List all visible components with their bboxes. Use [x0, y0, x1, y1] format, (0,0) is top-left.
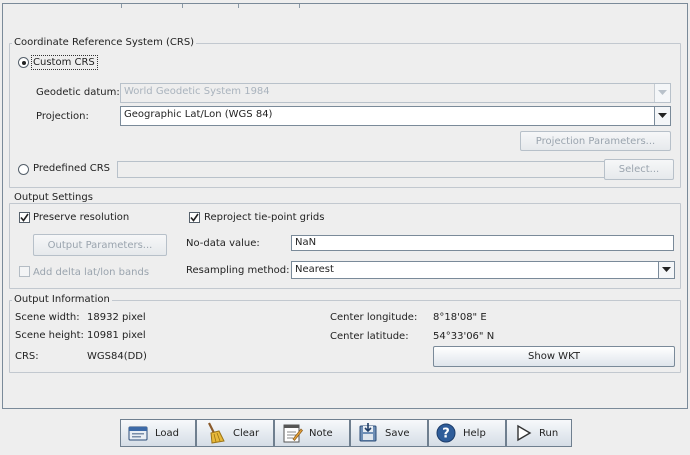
- note-button[interactable]: Note: [274, 419, 350, 447]
- help-icon: ?: [436, 423, 456, 443]
- note-label: Note: [309, 427, 333, 439]
- help-label: Help: [463, 427, 486, 439]
- clear-button[interactable]: Clear: [196, 419, 274, 447]
- check-icon: [190, 213, 199, 222]
- check-icon: [20, 213, 29, 222]
- broom-icon: [208, 422, 225, 444]
- projection-label: Projection:: [36, 111, 89, 122]
- run-label: Run: [539, 427, 559, 439]
- geodetic-datum-combo[interactable]: World Geodetic System 1984: [120, 83, 671, 103]
- scene-height-value: 10981 pixel: [87, 330, 146, 341]
- predefined-crs-label[interactable]: Predefined CRS: [33, 163, 110, 174]
- scene-width-value: 18932 pixel: [87, 312, 146, 323]
- reproject-tiepoints-checkbox[interactable]: [189, 212, 200, 223]
- geodetic-datum-value: World Geodetic System 1984: [124, 86, 270, 97]
- output-settings-legend: Output Settings: [12, 192, 95, 203]
- center-longitude-label: Center longitude:: [330, 312, 418, 323]
- scene-height-label: Scene height:: [15, 330, 84, 341]
- preserve-resolution-checkbox[interactable]: [19, 212, 30, 223]
- play-icon: [517, 424, 532, 442]
- load-button[interactable]: Load: [120, 419, 196, 447]
- projection-value: Geographic Lat/Lon (WGS 84): [124, 109, 273, 120]
- custom-crs-radio[interactable]: [18, 57, 29, 68]
- crs-info-label: CRS:: [15, 351, 39, 362]
- chevron-down-icon[interactable]: [654, 107, 670, 125]
- center-latitude-value: 54°33'06" N: [433, 331, 495, 342]
- load-label: Load: [155, 427, 179, 439]
- select-crs-button[interactable]: Select...: [604, 159, 674, 180]
- center-longitude-value: 8°18'08" E: [433, 312, 487, 323]
- show-wkt-button[interactable]: Show WKT: [433, 346, 675, 367]
- save-button[interactable]: Save: [350, 419, 428, 447]
- save-label: Save: [385, 427, 410, 439]
- output-information-legend: Output Information: [12, 294, 112, 305]
- preserve-resolution-label[interactable]: Preserve resolution: [33, 212, 129, 223]
- predefined-crs-field[interactable]: [117, 161, 605, 178]
- custom-crs-label[interactable]: Custom CRS: [33, 57, 95, 68]
- projection-combo[interactable]: Geographic Lat/Lon (WGS 84): [120, 106, 671, 126]
- note-icon: [283, 424, 303, 443]
- resampling-value: Nearest: [295, 264, 334, 275]
- reproject-tiepoints-label[interactable]: Reproject tie-point grids: [204, 212, 324, 223]
- geodetic-datum-label: Geodetic datum:: [36, 87, 120, 98]
- output-parameters-button[interactable]: Output Parameters...: [33, 234, 167, 256]
- resampling-label: Resampling method:: [186, 265, 290, 276]
- svg-text:?: ?: [442, 427, 450, 442]
- projection-parameters-button[interactable]: Projection Parameters...: [520, 131, 671, 151]
- resampling-combo[interactable]: Nearest: [291, 261, 675, 279]
- tab-stub[interactable]: [238, 4, 300, 8]
- tab-stub[interactable]: [121, 4, 183, 8]
- run-button[interactable]: Run: [506, 419, 572, 447]
- center-latitude-label: Center latitude:: [330, 331, 409, 342]
- chevron-down-icon[interactable]: [658, 262, 674, 278]
- crs-info-value: WGS84(DD): [87, 351, 147, 362]
- add-latlon-bands-checkbox[interactable]: [19, 266, 30, 277]
- clear-label: Clear: [233, 427, 260, 439]
- add-latlon-bands-label[interactable]: Add delta lat/lon bands: [33, 267, 149, 278]
- crs-legend: Coordinate Reference System (CRS): [12, 37, 197, 48]
- chevron-down-icon[interactable]: [654, 84, 670, 102]
- nodata-input[interactable]: NaN: [291, 235, 674, 251]
- save-icon: [359, 423, 377, 442]
- nodata-label: No-data value:: [186, 238, 260, 249]
- scene-width-label: Scene width:: [15, 312, 80, 323]
- help-button[interactable]: ? Help: [428, 419, 506, 447]
- predefined-crs-radio[interactable]: [18, 164, 29, 175]
- load-icon: [128, 426, 148, 441]
